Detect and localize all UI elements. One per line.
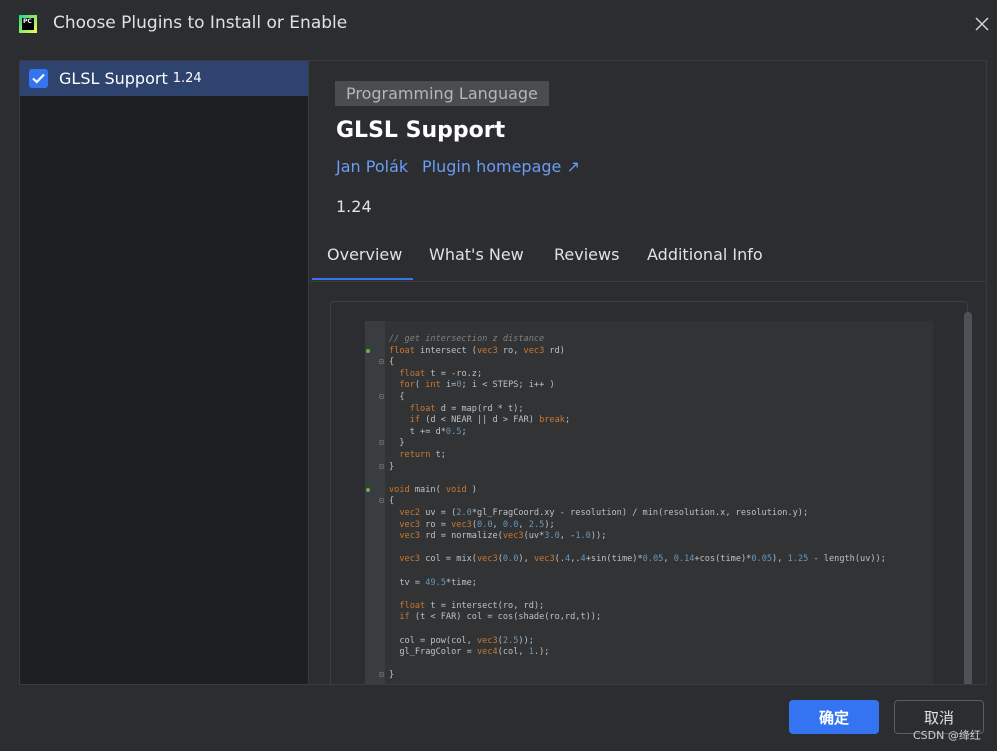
code-line: gl_FragColor = vec4(col, 1.); bbox=[389, 647, 550, 658]
ok-button[interactable]: 确定 bbox=[789, 700, 879, 734]
tab-additional-info[interactable]: Additional Info bbox=[647, 245, 763, 264]
code-line: tv = 49.5*time; bbox=[389, 577, 477, 588]
fold-marker: ⊟ bbox=[379, 496, 384, 506]
code-line: float d = map(rd * t); bbox=[409, 403, 524, 414]
plugin-title: GLSL Support bbox=[336, 118, 506, 143]
detail-tabs: Overview What's New Reviews Additional I… bbox=[309, 233, 986, 282]
code-line: for( int i=0; i < STEPS; i++ ) bbox=[399, 380, 555, 391]
code-line: if (t < FAR) col = cos(shade(ro,rd,t)); bbox=[399, 612, 602, 623]
plugin-version-detail: 1.24 bbox=[336, 197, 372, 216]
tab-whats-new[interactable]: What's New bbox=[429, 245, 524, 264]
code-line: vec3 rd = normalize(vec3(uv*3.0, -1.0)); bbox=[399, 531, 607, 542]
scrollbar[interactable] bbox=[964, 312, 974, 684]
plugin-list-item[interactable]: GLSL Support 1.24 bbox=[20, 61, 308, 96]
code-line: } bbox=[389, 461, 395, 472]
plugin-checkbox[interactable] bbox=[29, 69, 48, 88]
code-line: return t; bbox=[399, 450, 446, 460]
code-line: t += d*0.5; bbox=[389, 426, 467, 437]
fold-marker: ⊟ bbox=[379, 438, 384, 448]
code-line: vec2 uv = (2.0*gl_FragCoord.xy - resolut… bbox=[399, 508, 809, 518]
breakpoint-marker bbox=[366, 487, 370, 492]
overview-content: ⊟ ⊟ ⊟ ⊟ ⊟ ⊟ // get intersection z distance flo… bbox=[309, 282, 985, 684]
code-line: vec3 col = mix(vec3(0.0), vec3(.4,.4+sin… bbox=[399, 554, 886, 565]
code-line: } bbox=[389, 438, 405, 449]
plugin-list: GLSL Support 1.24 bbox=[19, 60, 309, 685]
breakpoint-marker bbox=[366, 348, 370, 353]
scrollbar-thumb[interactable] bbox=[964, 312, 972, 684]
code-line: // get intersection z distance bbox=[389, 334, 545, 344]
watermark: CSDN @绛红 bbox=[913, 729, 981, 742]
fold-marker: ⊟ bbox=[379, 392, 384, 401]
screenshot-card: ⊟ ⊟ ⊟ ⊟ ⊟ ⊟ // get intersection z distance flo… bbox=[330, 301, 968, 684]
plugin-name: GLSL Support bbox=[59, 69, 168, 88]
code-line: { bbox=[389, 496, 395, 507]
code-gutter: ⊟ ⊟ ⊟ ⊟ ⊟ ⊟ bbox=[365, 321, 385, 684]
code-line: float t = intersect(ro, rd); bbox=[399, 600, 545, 611]
plugin-details: Programming Language GLSL Support Jan Po… bbox=[309, 60, 987, 685]
selected-tab-indicator bbox=[312, 278, 413, 280]
code-line: vec3 ro = vec3(0.0, 0.0, 2.5); bbox=[399, 519, 555, 530]
category-tag: Programming Language bbox=[335, 81, 549, 106]
code-line: { bbox=[389, 357, 395, 368]
author-link[interactable]: Jan Polák bbox=[336, 157, 408, 176]
code-line: { bbox=[389, 392, 405, 402]
code-line: if (d < NEAR || d > FAR) break; bbox=[409, 415, 571, 426]
close-icon[interactable] bbox=[973, 15, 991, 33]
checkmark-icon bbox=[32, 73, 45, 84]
code-line: float intersect (vec3 ro, vec3 rd) bbox=[389, 345, 565, 356]
title-bar: PC Choose Plugins to Install or Enable bbox=[0, 0, 997, 48]
tab-reviews[interactable]: Reviews bbox=[554, 245, 619, 264]
plugin-version: 1.24 bbox=[172, 71, 202, 86]
fold-marker: ⊟ bbox=[379, 357, 384, 367]
code-line: } bbox=[389, 670, 395, 681]
code-line: col = pow(col, vec3(2.5)); bbox=[389, 635, 534, 646]
tab-overview[interactable]: Overview bbox=[327, 245, 402, 264]
fold-marker: ⊟ bbox=[379, 670, 384, 680]
code-line: float t = -ro.z; bbox=[399, 368, 483, 379]
fold-marker: ⊟ bbox=[379, 461, 384, 471]
code-screenshot: ⊟ ⊟ ⊟ ⊟ ⊟ ⊟ // get intersection z distance flo… bbox=[365, 321, 933, 684]
code-line: void main( void ) bbox=[389, 484, 477, 495]
pycharm-logo-icon: PC bbox=[19, 15, 37, 33]
dialog-title: Choose Plugins to Install or Enable bbox=[53, 13, 348, 33]
plugin-homepage-link[interactable]: Plugin homepage ↗ bbox=[422, 157, 580, 176]
